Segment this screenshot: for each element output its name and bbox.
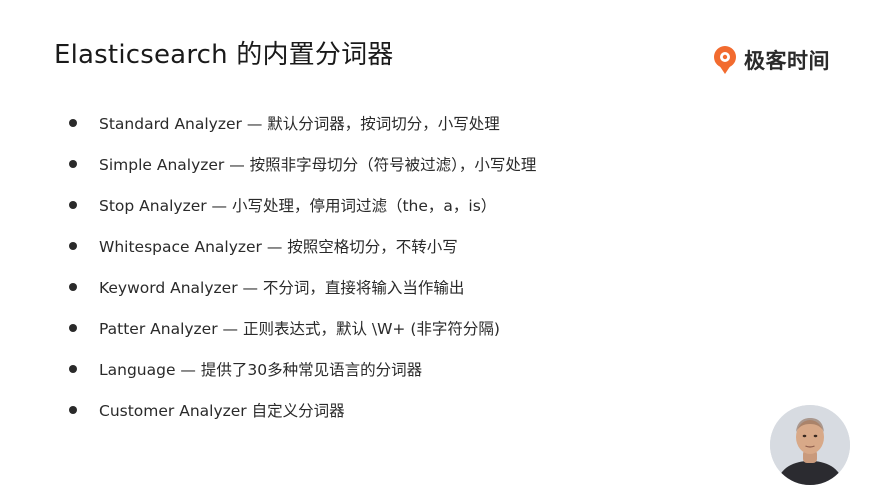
list-item: Simple Analyzer — 按照非字母切分（符号被过滤），小写处理 (66, 143, 536, 184)
list-item: Language — 提供了30多种常见语言的分词器 (66, 348, 536, 389)
bullet-text: Whitespace Analyzer — 按照空格切分，不转小写 (99, 237, 458, 256)
bullet-list: Standard Analyzer — 默认分词器，按词切分，小写处理 Simp… (66, 102, 536, 430)
bullet-dot-icon (69, 364, 77, 373)
list-item: Customer Analyzer 自定义分词器 (66, 389, 536, 430)
bullet-dot-icon (69, 282, 77, 291)
bullet-text: Stop Analyzer — 小写处理，停用词过滤（the，a，is） (99, 196, 497, 215)
bullet-text: Standard Analyzer — 默认分词器，按词切分，小写处理 (99, 114, 500, 133)
bullet-dot-icon (69, 323, 77, 332)
bullet-text: Simple Analyzer — 按照非字母切分（符号被过滤），小写处理 (99, 155, 537, 174)
bullet-text: Keyword Analyzer — 不分词，直接将输入当作输出 (99, 278, 465, 297)
presenter-avatar (770, 405, 850, 485)
presenter-icon (770, 405, 850, 485)
bullet-dot-icon (69, 118, 77, 127)
bullet-text: Customer Analyzer 自定义分词器 (99, 401, 345, 420)
bullet-text: Language — 提供了30多种常见语言的分词器 (99, 360, 423, 379)
list-item: Standard Analyzer — 默认分词器，按词切分，小写处理 (66, 102, 536, 143)
bullet-dot-icon (69, 241, 77, 250)
list-item: Whitespace Analyzer — 按照空格切分，不转小写 (66, 225, 536, 266)
logo-text: 极客时间 (744, 49, 830, 73)
list-item: Patter Analyzer — 正则表达式，默认 \W+ (非字符分隔) (66, 307, 536, 348)
slide-title: Elasticsearch 的内置分词器 (54, 40, 394, 70)
slide: Elasticsearch 的内置分词器 极客时间 Standard Analy… (0, 0, 874, 485)
brand-logo: 极客时间 (712, 42, 830, 78)
bullet-dot-icon (69, 159, 77, 168)
bullet-dot-icon (69, 405, 77, 414)
geektime-logo-icon (714, 46, 736, 74)
bullet-dot-icon (69, 200, 77, 209)
bullet-text: Patter Analyzer — 正则表达式，默认 \W+ (非字符分隔) (99, 319, 500, 338)
list-item: Keyword Analyzer — 不分词，直接将输入当作输出 (66, 266, 536, 307)
list-item: Stop Analyzer — 小写处理，停用词过滤（the，a，is） (66, 184, 536, 225)
